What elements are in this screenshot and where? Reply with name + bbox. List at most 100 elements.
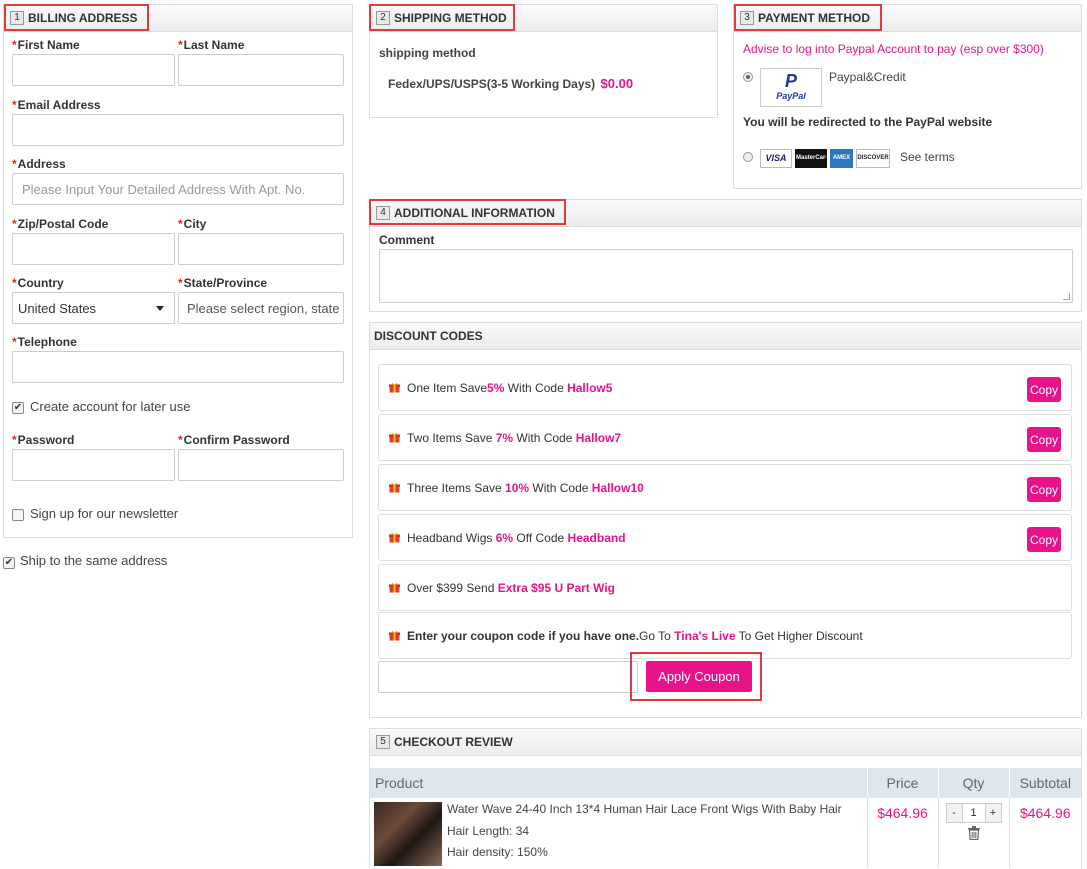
discount-row: Three Items Save 10% With Code Hallow10 … bbox=[378, 464, 1072, 511]
gift-icon bbox=[389, 382, 400, 393]
state-field[interactable]: Please select region, state bbox=[178, 292, 344, 324]
coupon-hint-text: To Get Higher Discount bbox=[735, 628, 863, 643]
discount-text: Headband Wigs bbox=[407, 530, 496, 545]
coupon-hint-text: Go To bbox=[639, 628, 675, 643]
product-attr-density: Hair density: 150% bbox=[447, 845, 548, 859]
billing-title-highlight bbox=[4, 4, 149, 31]
discover-logo: DISCOVER bbox=[856, 149, 890, 168]
email-label: *Email Address bbox=[12, 98, 101, 112]
discount-row: One Item Save 5% With Code Hallow5 Copy bbox=[378, 364, 1072, 411]
country-label: *Country bbox=[12, 276, 64, 290]
comment-textarea[interactable] bbox=[379, 249, 1073, 303]
qty-value[interactable]: 1 bbox=[963, 804, 985, 822]
discount-percent: 7% bbox=[495, 430, 514, 445]
see-terms-link[interactable]: See terms bbox=[900, 150, 955, 164]
shipping-option-label: Fedex/UPS/USPS(3-5 Working Days) bbox=[388, 77, 596, 91]
gift-offer-text: Over $399 Send bbox=[407, 580, 498, 595]
paypal-logo: P PayPal bbox=[760, 68, 822, 107]
first-name-label: *First Name bbox=[12, 38, 80, 52]
step-number: 5 bbox=[376, 735, 390, 749]
card-logos: VISA MasterCard AMEX DISCOVER bbox=[760, 149, 893, 168]
qty-decrease-button[interactable]: - bbox=[946, 804, 963, 822]
gift-icon bbox=[389, 432, 400, 443]
price-column-header: Price bbox=[867, 768, 939, 798]
discount-text: With Code bbox=[513, 430, 576, 445]
password-field[interactable] bbox=[12, 449, 175, 481]
country-select[interactable]: United States bbox=[12, 292, 175, 324]
telephone-label: *Telephone bbox=[12, 335, 77, 349]
table-row: Water Wave 24-40 Inch 13*4 Human Hair La… bbox=[370, 798, 1081, 868]
gift-icon bbox=[389, 532, 400, 543]
review-title: CHECKOUT REVIEW bbox=[394, 735, 513, 749]
confirm-password-field[interactable] bbox=[178, 449, 344, 481]
last-name-field[interactable] bbox=[178, 54, 344, 86]
gift-offer-row: Over $399 Send Extra $95 U Part Wig bbox=[378, 564, 1072, 611]
discount-code: Headband bbox=[567, 530, 626, 545]
shipping-subtitle: shipping method bbox=[379, 46, 476, 60]
tinas-live-link[interactable]: Tina's Live bbox=[674, 629, 735, 643]
address-placeholder: Please Input Your Detailed Address With … bbox=[22, 181, 306, 197]
card-radio[interactable] bbox=[743, 152, 753, 162]
discount-code: Hallow10 bbox=[591, 480, 644, 495]
review-panel: 5 CHECKOUT REVIEW Product Price Qty Subt… bbox=[369, 728, 1082, 869]
copy-button[interactable]: Copy bbox=[1027, 527, 1061, 552]
password-label: *Password bbox=[12, 433, 75, 447]
visa-logo: VISA bbox=[760, 149, 792, 168]
additional-title-highlight bbox=[369, 199, 566, 225]
discount-code: Hallow5 bbox=[567, 380, 613, 395]
item-subtotal: $464.96 bbox=[1019, 805, 1071, 821]
address-field[interactable]: Please Input Your Detailed Address With … bbox=[12, 173, 344, 205]
paypal-label: Paypal&Credit bbox=[829, 70, 906, 84]
discount-title: DISCOUNT CODES bbox=[374, 329, 483, 343]
discount-percent: 6% bbox=[495, 530, 514, 545]
copy-button[interactable]: Copy bbox=[1027, 377, 1061, 402]
gift-icon bbox=[389, 482, 400, 493]
quantity-stepper: - 1 + bbox=[945, 803, 1002, 823]
caret-down-icon bbox=[156, 306, 164, 311]
item-price: $464.96 bbox=[877, 805, 928, 821]
telephone-field[interactable] bbox=[12, 351, 344, 383]
city-label: *City bbox=[178, 217, 207, 231]
first-name-field[interactable] bbox=[12, 54, 175, 86]
qty-increase-button[interactable]: + bbox=[984, 804, 1001, 822]
ship-same-checkbox[interactable]: ✔ bbox=[3, 557, 15, 569]
discount-text: One Item Save bbox=[407, 380, 488, 395]
shipping-option[interactable]: Fedex/UPS/USPS(3-5 Working Days) $0.00 bbox=[388, 76, 633, 91]
newsletter-label: Sign up for our newsletter bbox=[30, 506, 179, 521]
gift-icon bbox=[389, 630, 400, 641]
discount-row: Headband Wigs 6% Off Code Headband Copy bbox=[378, 514, 1072, 561]
state-placeholder: Please select region, state bbox=[187, 300, 340, 316]
shipping-title-highlight bbox=[369, 4, 515, 31]
product-name[interactable]: Water Wave 24-40 Inch 13*4 Human Hair La… bbox=[447, 801, 867, 817]
amex-logo: AMEX bbox=[830, 149, 853, 168]
email-field[interactable] bbox=[12, 114, 344, 146]
paypal-radio[interactable] bbox=[743, 72, 753, 82]
discount-row: Two Items Save 7% With Code Hallow7 Copy bbox=[378, 414, 1072, 461]
product-column-header: Product bbox=[370, 768, 868, 798]
city-field[interactable] bbox=[178, 233, 344, 265]
product-attr-length: Hair Length: 34 bbox=[447, 824, 530, 838]
billing-panel: 1 BILLING ADDRESS *First Name *Last Name… bbox=[3, 4, 353, 538]
apply-coupon-highlight bbox=[630, 652, 762, 701]
comment-label: Comment bbox=[379, 233, 435, 247]
discount-header: DISCOUNT CODES bbox=[370, 323, 1081, 350]
gift-icon bbox=[389, 582, 400, 593]
shipping-option-price: $0.00 bbox=[600, 76, 634, 91]
zip-field[interactable] bbox=[12, 233, 175, 265]
copy-button[interactable]: Copy bbox=[1027, 477, 1061, 502]
qty-column-header: Qty bbox=[938, 768, 1010, 798]
coupon-input[interactable] bbox=[378, 661, 638, 693]
country-value: United States bbox=[18, 300, 97, 316]
confirm-password-label: *Confirm Password bbox=[178, 433, 290, 447]
copy-button[interactable]: Copy bbox=[1027, 427, 1061, 452]
discount-code: Hallow7 bbox=[575, 430, 622, 445]
create-account-checkbox[interactable]: ✔ bbox=[12, 402, 24, 414]
address-label: *Address bbox=[12, 157, 66, 171]
discount-percent: 5% bbox=[487, 380, 505, 395]
newsletter-checkbox[interactable] bbox=[12, 509, 24, 521]
trash-icon[interactable] bbox=[967, 826, 980, 841]
review-table: Product Price Qty Subtotal Water Wave 24… bbox=[370, 768, 1081, 868]
discount-text: Off Code bbox=[513, 530, 568, 545]
payment-title-highlight bbox=[734, 4, 882, 31]
payment-advice: Advise to log into Paypal Account to pay… bbox=[743, 42, 1044, 56]
